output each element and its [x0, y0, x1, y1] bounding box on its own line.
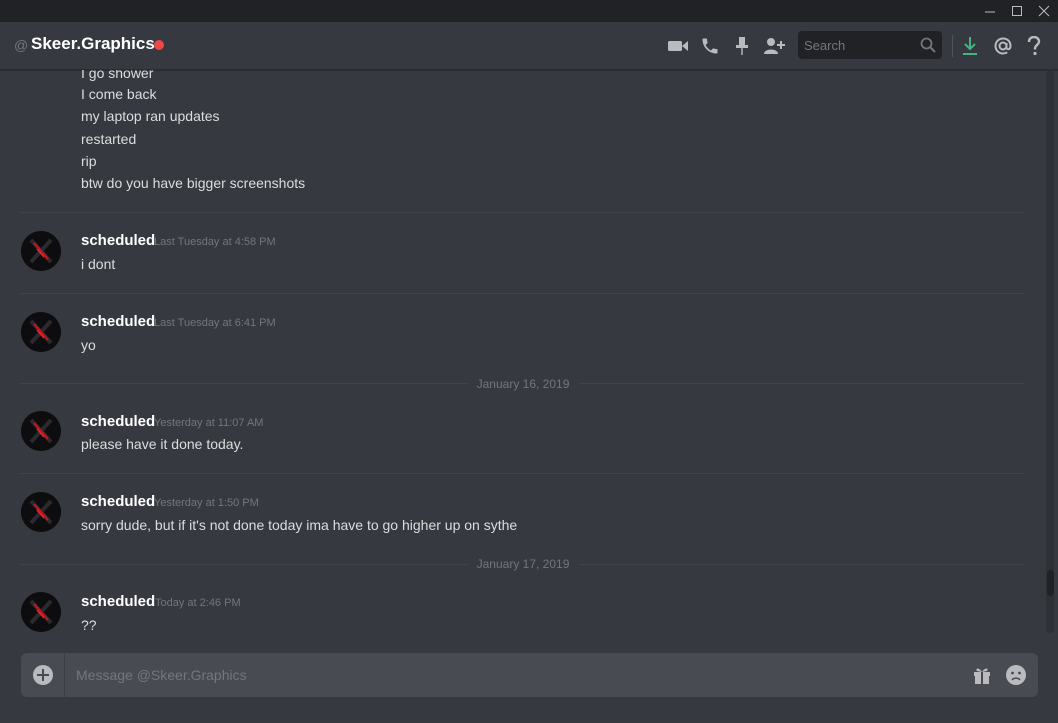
message-timestamp: Last Tuesday at 6:41 PM [154, 317, 276, 329]
date-divider-label: January 17, 2019 [467, 557, 579, 571]
message-author[interactable]: scheduled [81, 493, 155, 511]
avatar[interactable] [21, 592, 61, 632]
help-icon[interactable] [1022, 34, 1046, 58]
avatar[interactable] [21, 231, 61, 271]
pin-icon[interactable] [730, 34, 754, 58]
message-text: yo [81, 337, 96, 353]
search-input[interactable] [798, 31, 916, 59]
video-call-icon[interactable] [666, 34, 690, 58]
message-input[interactable] [76, 653, 956, 697]
message-timestamp: Yesterday at 11:07 AM [154, 417, 264, 429]
message-text: rip [81, 153, 97, 169]
message-author[interactable]: scheduled [81, 232, 155, 250]
status-dnd-indicator [154, 40, 164, 50]
message-separator [21, 473, 1024, 474]
message-timestamp: Today at 2:46 PM [155, 597, 241, 609]
emoji-icon[interactable] [1004, 663, 1028, 687]
message-separator [21, 212, 1024, 213]
channel-name: Skeer.Graphics [31, 34, 155, 53]
search-box[interactable] [798, 31, 942, 59]
date-divider-label: January 16, 2019 [467, 377, 579, 391]
message-text: I come back [81, 86, 157, 102]
header-divider [952, 35, 953, 57]
scrollbar-track[interactable] [1046, 70, 1054, 633]
message-timestamp: Yesterday at 1:50 PM [154, 497, 259, 509]
message-list[interactable]: I go shower I come back my laptop ran up… [0, 70, 1058, 633]
message-text: I go shower [81, 70, 154, 81]
mention-icon[interactable] [991, 34, 1015, 58]
message-author[interactable]: scheduled [81, 413, 155, 431]
avatar[interactable] [21, 411, 61, 451]
avatar[interactable] [21, 312, 61, 352]
close-icon[interactable] [1030, 0, 1058, 22]
channel-header: @ Skeer.Graphics [0, 22, 1058, 70]
message-text: btw do you have bigger screenshots [81, 175, 306, 191]
minimize-icon[interactable] [976, 0, 1004, 22]
message-text: sorry dude, but if it's not done today i… [81, 517, 518, 533]
message-timestamp: Last Tuesday at 4:58 PM [154, 236, 276, 248]
message-composer [21, 653, 1038, 697]
add-friend-icon[interactable] [762, 34, 786, 58]
message-text: my laptop ran updates [81, 108, 220, 124]
message-text: ?? [81, 617, 97, 633]
at-symbol: @ [14, 37, 29, 53]
message-text: restarted [81, 131, 137, 147]
maximize-icon[interactable] [1003, 0, 1031, 22]
voice-call-icon[interactable] [698, 34, 722, 58]
window-titlebar [0, 0, 1058, 22]
message-author[interactable]: scheduled [81, 313, 155, 331]
message-text: i dont [81, 256, 116, 272]
message-separator [21, 293, 1024, 294]
avatar[interactable] [21, 492, 61, 532]
download-icon[interactable] [958, 34, 982, 58]
upload-plus-icon[interactable] [21, 653, 65, 697]
message-text: please have it done today. [81, 436, 244, 452]
search-icon[interactable] [920, 37, 936, 58]
gift-icon[interactable] [970, 663, 994, 687]
message-author[interactable]: scheduled [81, 593, 155, 611]
scrollbar-thumb[interactable] [1047, 570, 1054, 596]
